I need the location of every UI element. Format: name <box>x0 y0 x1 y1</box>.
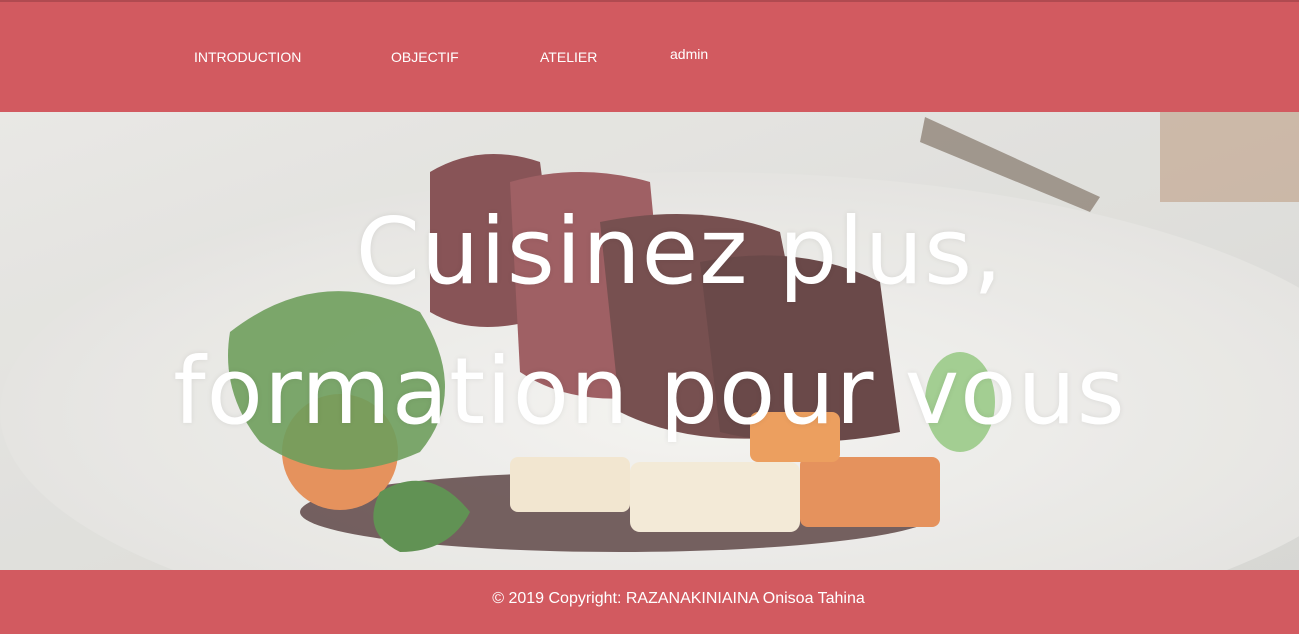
footer-copyright: © 2019 Copyright: RAZANAKINIAINA Onisoa … <box>492 590 865 607</box>
nav-link-admin[interactable]: admin <box>670 46 708 62</box>
nav-link-objectif[interactable]: OBJECTIF <box>391 49 459 65</box>
nav-link-atelier[interactable]: ATELIER <box>540 49 597 65</box>
top-nav-bar: INTRODUCTION OBJECTIF ATELIER admin <box>0 0 1299 112</box>
page: INTRODUCTION OBJECTIF ATELIER admin Cuis… <box>0 0 1299 634</box>
footer-bar: © 2019 Copyright: RAZANAKINIAINA Onisoa … <box>0 570 1299 634</box>
hero-title: Cuisinez plus, formation pour vous <box>0 182 1299 462</box>
hero-title-line-1: Cuisinez plus, <box>355 198 1004 305</box>
hero-banner: Cuisinez plus, formation pour vous <box>0 112 1299 570</box>
nav-link-introduction[interactable]: INTRODUCTION <box>194 49 301 65</box>
hero-title-line-2: formation pour vous <box>173 338 1126 445</box>
